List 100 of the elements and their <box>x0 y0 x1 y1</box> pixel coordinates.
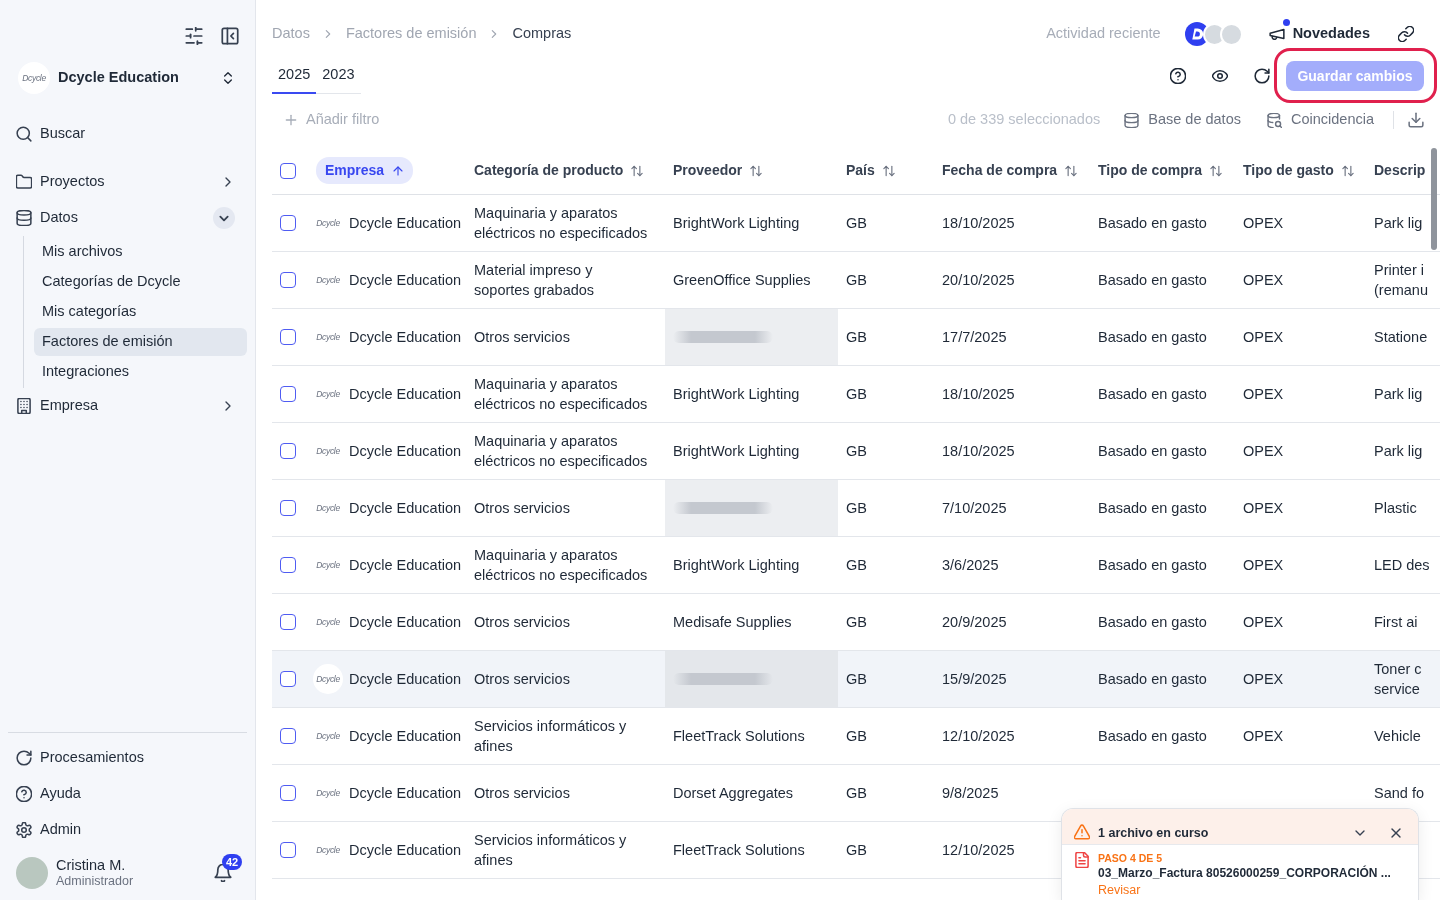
toolbar-button[interactable]: Coincidencia <box>1266 109 1374 131</box>
table-cell: 18/10/2025 <box>934 422 1090 479</box>
table-cell: GB <box>838 251 934 308</box>
table-row[interactable]: Dcycle Dcycle Education Otros servicios GB 15/9/2025 Basado en gasto OPEX Toner c service <box>272 650 1440 707</box>
link-icon[interactable] <box>1398 26 1414 42</box>
table-cell: GB <box>838 365 934 422</box>
row-checkbox[interactable] <box>280 271 296 288</box>
column-header[interactable]: Categoría de producto <box>474 160 644 182</box>
table-cell: Basado en gasto <box>1090 707 1235 764</box>
sort-icon <box>1341 164 1354 177</box>
upload-panel-title: 1 archivo en curso <box>1098 826 1209 840</box>
year-tab[interactable]: 2023 <box>316 58 361 94</box>
company-logo: Dcycle <box>315 729 341 743</box>
table-row[interactable]: Dcycle Dcycle Education Maquinaria y aparatos eléctricos no especificados BrightWork Lighting GB 18/10/2025 Basado en gasto OPEX Park lig <box>272 365 1440 422</box>
filters-icon[interactable] <box>185 27 203 45</box>
row-checkbox[interactable] <box>280 556 296 573</box>
table-row[interactable]: Dcycle Dcycle Education Otros servicios GB 17/7/2025 Basado en gasto OPEX Statione <box>272 308 1440 365</box>
table-cell: OPEX <box>1235 650 1366 707</box>
row-checkbox[interactable] <box>280 214 296 231</box>
row-checkbox[interactable] <box>280 328 296 345</box>
eye-icon[interactable] <box>1212 68 1228 84</box>
row-checkbox[interactable] <box>280 841 296 858</box>
table-cell: 7/10/2025 <box>934 479 1090 536</box>
row-checkbox[interactable] <box>280 442 296 459</box>
table-cell: Maquinaria y aparatos eléctricos no especificados <box>466 422 665 479</box>
column-header[interactable]: Proveedor <box>673 160 763 182</box>
row-checkbox[interactable] <box>280 727 296 744</box>
refresh-icon[interactable] <box>1254 68 1270 84</box>
settings-icon <box>16 822 32 838</box>
table-cell: Servicios informáticos y afines <box>466 707 665 764</box>
table-row[interactable]: Dcycle Dcycle Education Maquinaria y aparatos eléctricos no especificados BrightWork Lighting GB 18/10/2025 Basado en gasto OPEX Park lig <box>272 422 1440 479</box>
table-cell: OPEX <box>1235 308 1366 365</box>
column-header[interactable]: Tipo de gasto <box>1243 160 1354 182</box>
download-icon[interactable] <box>1408 112 1424 128</box>
nav-item[interactable]: Empresa <box>8 388 247 424</box>
column-header[interactable]: Descrip <box>1374 160 1426 182</box>
select-all-checkbox[interactable] <box>280 162 296 179</box>
chevron-down-icon[interactable] <box>213 207 235 229</box>
table-row[interactable]: Dcycle Dcycle Education Otros servicios GB 7/10/2025 Basado en gasto OPEX Plastic <box>272 479 1440 536</box>
company-name: Dcycle Education <box>349 555 462 575</box>
row-checkbox[interactable] <box>280 784 296 801</box>
table-cell: Basado en gasto <box>1090 308 1235 365</box>
nav-item[interactable]: Procesamientos <box>8 740 247 776</box>
nav-item[interactable]: Admin <box>8 812 247 848</box>
table-cell: Basado en gasto <box>1090 365 1235 422</box>
column-header[interactable]: País <box>846 160 895 182</box>
nav-subitem[interactable]: Categorías de Dcycle <box>34 268 247 296</box>
row-checkbox[interactable] <box>280 385 296 402</box>
sort-ascending-icon <box>392 164 405 177</box>
column-header[interactable]: Tipo de compra <box>1098 160 1222 182</box>
column-header[interactable]: Fecha de compra <box>942 160 1078 182</box>
collapse-sidebar-icon[interactable] <box>221 27 239 45</box>
news-button[interactable]: Novedades <box>1268 23 1370 45</box>
table-cell: GB <box>838 764 934 821</box>
organization-switcher[interactable]: Dcycle Dcycle Education <box>8 58 247 98</box>
table-cell: Printer i (remanu <box>1366 251 1440 308</box>
database-search-icon <box>1266 112 1282 128</box>
table-cell: OPEX <box>1235 707 1366 764</box>
nav-item[interactable]: Proyectos <box>8 164 247 200</box>
table-row[interactable]: Dcycle Dcycle Education Otros servicios Medisafe Supplies GB 20/9/2025 Basado en gasto OPEX First ai <box>272 593 1440 650</box>
nav-item[interactable]: Datos <box>8 200 247 236</box>
table-cell: GB <box>838 422 934 479</box>
megaphone-icon <box>1268 26 1285 42</box>
close-icon[interactable] <box>1389 826 1403 840</box>
table-cell: Otros servicios <box>466 764 665 821</box>
table-cell: Basado en gasto <box>1090 650 1235 707</box>
company-name: Dcycle Education <box>349 327 462 347</box>
row-checkbox[interactable] <box>280 613 296 630</box>
table-cell: 18/10/2025 <box>934 365 1090 422</box>
company-logo: Dcycle <box>313 663 343 694</box>
company-name: Dcycle Education <box>349 270 462 290</box>
company-logo: Dcycle <box>315 273 341 287</box>
year-tab[interactable]: 2025 <box>272 58 317 94</box>
table-cell: LED des <box>1366 536 1440 593</box>
database-icon <box>16 210 32 226</box>
table-row[interactable]: Dcycle Dcycle Education Maquinaria y aparatos eléctricos no especificados BrightWork Lighting GB 3/6/2025 Basado en gasto OPEX LED des <box>272 536 1440 593</box>
nav-subitem[interactable]: Factores de emisión <box>34 328 247 356</box>
bell-icon[interactable] <box>214 864 232 882</box>
table-cell: 15/9/2025 <box>934 650 1090 707</box>
nav-subitem[interactable]: Mis categorías <box>34 298 247 326</box>
column-header[interactable]: Empresa <box>316 157 414 185</box>
table-cell: 3/6/2025 <box>934 536 1090 593</box>
nav-subitem[interactable]: Integraciones <box>34 358 247 386</box>
help-icon[interactable] <box>1170 68 1186 84</box>
company-logo: Dcycle <box>315 216 341 230</box>
database-icon <box>1124 112 1140 128</box>
breadcrumb-current: Compras <box>512 24 572 44</box>
table-cell: 18/10/2025 <box>934 194 1090 251</box>
chevrons-up-down-icon <box>221 71 235 85</box>
table-cell: OPEX <box>1235 479 1366 536</box>
search-nav-item[interactable]: Buscar <box>8 116 247 152</box>
nav-item[interactable]: Ayuda <box>8 776 247 812</box>
table-cell: First ai <box>1366 593 1440 650</box>
row-checkbox[interactable] <box>280 499 296 516</box>
nav-subitem[interactable]: Mis archivos <box>34 238 247 266</box>
company-logo: Dcycle <box>315 330 341 344</box>
row-checkbox[interactable] <box>280 670 296 687</box>
scrollbar-thumb[interactable] <box>1431 148 1437 250</box>
table-cell: Maquinaria y aparatos eléctricos no especificados <box>466 365 665 422</box>
toolbar-button[interactable]: Base de datos <box>1124 109 1241 131</box>
